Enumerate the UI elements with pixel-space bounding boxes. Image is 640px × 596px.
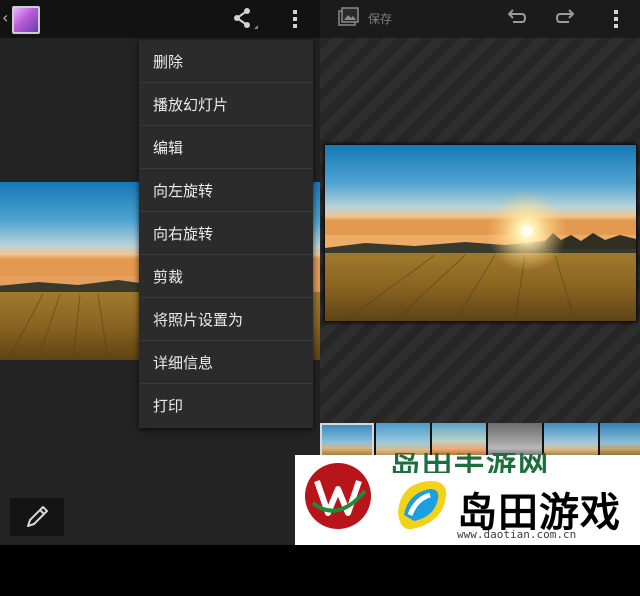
watermark-url: www.daotian.com.cn <box>457 528 577 541</box>
edit-button[interactable] <box>10 498 64 536</box>
gallery-pane: ‹ 删除 播放幻灯片 编辑 向左旋转 向右旋转 剪裁 将照片设置为 详细信息 打… <box>0 0 320 545</box>
pencil-icon <box>27 506 48 527</box>
menu-item-edit[interactable]: 编辑 <box>139 126 313 169</box>
menu-item-crop[interactable]: 剪裁 <box>139 255 313 298</box>
overflow-menu-icon[interactable] <box>609 8 623 30</box>
photo-preview-edge <box>313 182 320 360</box>
menu-item-rotate-left[interactable]: 向左旋转 <box>139 169 313 212</box>
gallery-action-bar: ‹ <box>0 0 320 38</box>
redo-icon[interactable] <box>554 6 578 30</box>
menu-item-delete[interactable]: 删除 <box>139 40 313 83</box>
editor-action-bar: 保存 <box>320 0 640 38</box>
watermark-logo-leaf-icon <box>398 481 447 530</box>
undo-icon[interactable] <box>504 6 528 30</box>
back-chevron-icon[interactable]: ‹ <box>2 8 8 27</box>
save-label[interactable]: 保存 <box>368 10 392 27</box>
watermark-logo-w-icon <box>305 463 371 529</box>
editor-photo[interactable] <box>324 144 637 322</box>
gallery-app-icon[interactable] <box>12 6 40 34</box>
menu-item-slideshow[interactable]: 播放幻灯片 <box>139 83 313 126</box>
photo-preview[interactable] <box>0 182 140 360</box>
photo-save-icon[interactable] <box>336 6 360 30</box>
menu-item-set-as[interactable]: 将照片设置为 <box>139 298 313 341</box>
overflow-menu-icon[interactable] <box>288 8 302 30</box>
menu-item-print[interactable]: 打印 <box>139 384 313 427</box>
filmstrip-thumb[interactable] <box>320 423 374 459</box>
share-icon[interactable] <box>228 6 260 32</box>
menu-item-rotate-right[interactable]: 向右旋转 <box>139 212 313 255</box>
watermark-partial-text: 岛田手游网 <box>390 453 550 473</box>
menu-item-details[interactable]: 详细信息 <box>139 341 313 384</box>
popup-menu: 删除 播放幻灯片 编辑 向左旋转 向右旋转 剪裁 将照片设置为 详细信息 打印 <box>139 40 313 428</box>
